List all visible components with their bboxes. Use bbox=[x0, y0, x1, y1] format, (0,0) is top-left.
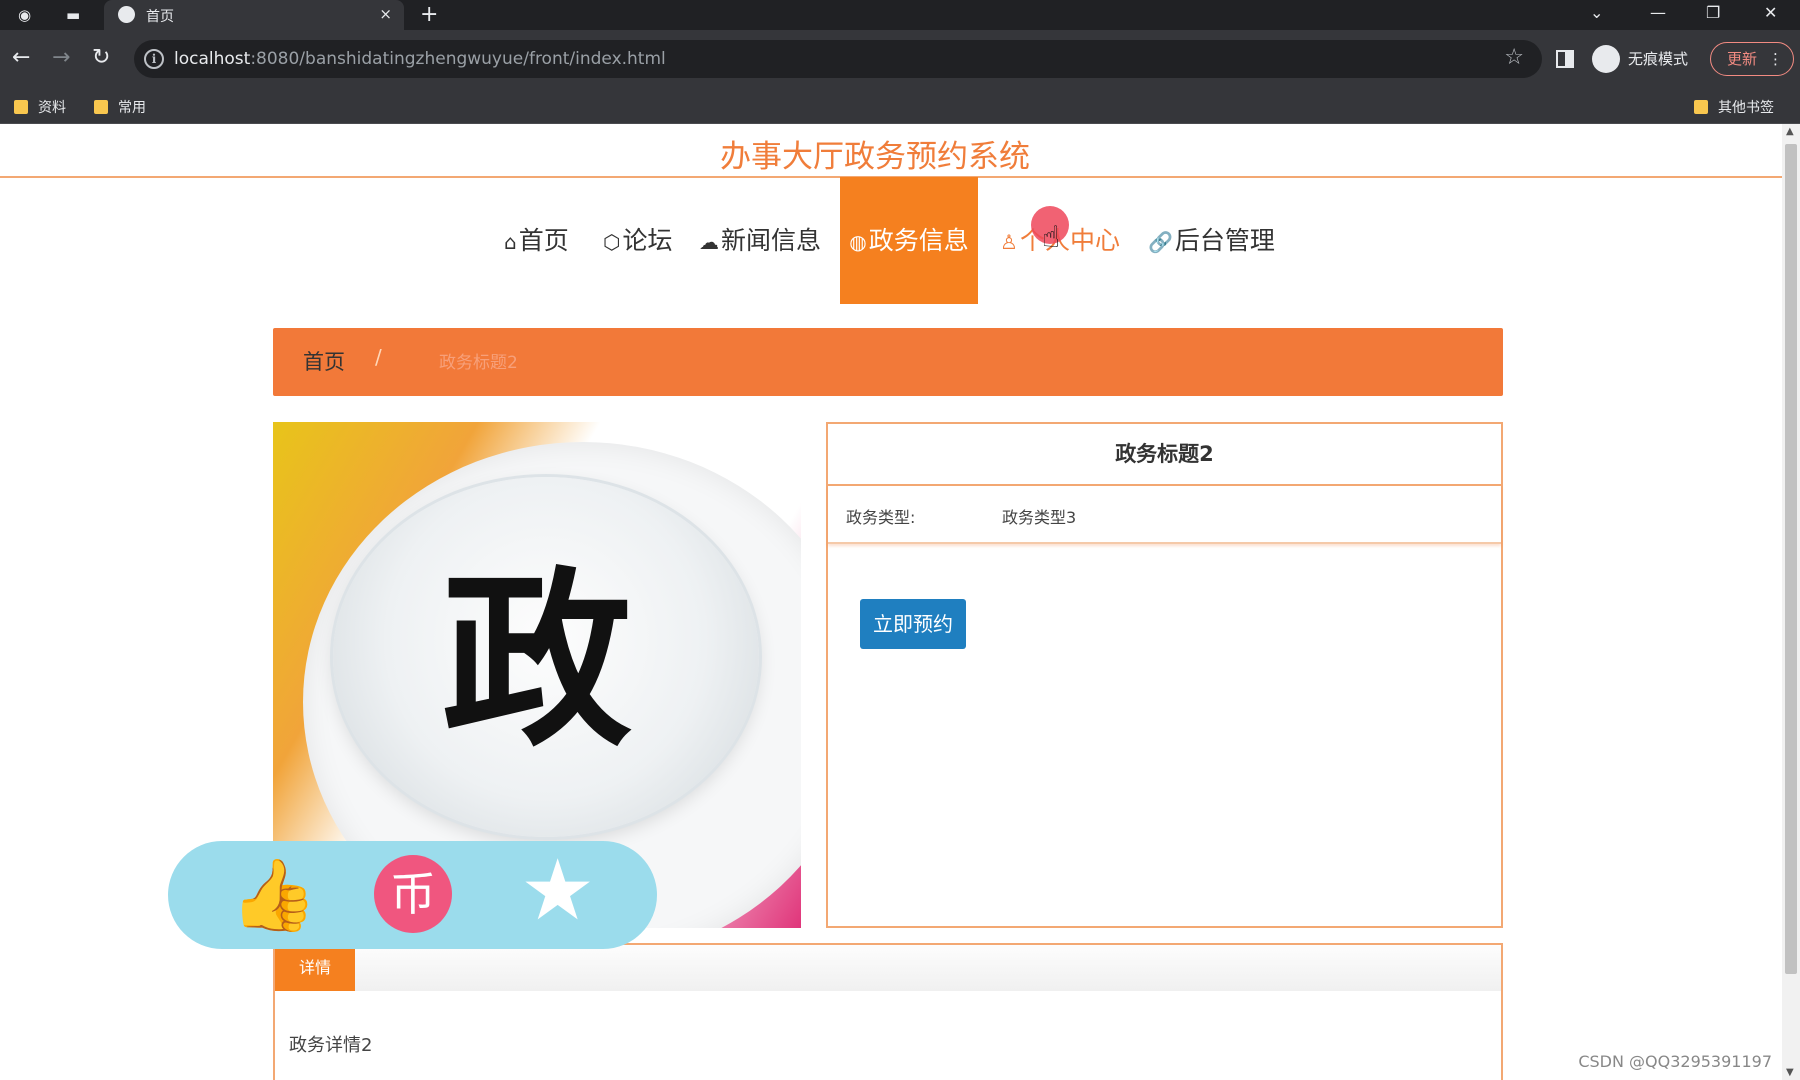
item-title: 政务标题2 bbox=[828, 424, 1501, 486]
close-tab-icon[interactable]: × bbox=[379, 5, 392, 23]
other-bookmarks[interactable]: 其他书签 bbox=[1694, 97, 1774, 117]
browser-tab-strip: ◉ ▬ 首页 × + ⌄ — ❐ ✕ bbox=[0, 0, 1800, 30]
image-character: 政 bbox=[441, 551, 632, 772]
cloud-icon: ☁ bbox=[699, 230, 719, 254]
nav-admin[interactable]: 🔗后台管理 bbox=[1148, 177, 1275, 304]
address-bar[interactable]: i localhost:8080/banshidatingzhengwuyue/… bbox=[134, 40, 1542, 78]
details-section: 详情 政务详情2 bbox=[273, 943, 1503, 1080]
incognito-label: 无痕模式 bbox=[1628, 50, 1689, 68]
restore-icon[interactable]: ❐ bbox=[1706, 3, 1720, 22]
url-text[interactable]: localhost:8080/banshidatingzhengwuyue/fr… bbox=[174, 49, 666, 69]
forward-icon[interactable]: → bbox=[52, 45, 70, 71]
site-info-icon[interactable]: i bbox=[144, 49, 164, 69]
type-label: 政务类型: bbox=[846, 508, 916, 527]
close-window-icon[interactable]: ✕ bbox=[1764, 3, 1777, 22]
bookmark-folder-2[interactable]: 常用 bbox=[94, 97, 146, 117]
folder-icon bbox=[1694, 100, 1708, 114]
site-title: 办事大厅政务预约系统 bbox=[720, 139, 1030, 175]
incognito-icon[interactable] bbox=[1592, 45, 1620, 73]
details-body: 政务详情2 bbox=[289, 1035, 373, 1056]
nav-government-info[interactable]: ◍政务信息 bbox=[840, 177, 978, 304]
nav-forum[interactable]: ⬡论坛 bbox=[603, 177, 672, 304]
scroll-down-icon[interactable]: ▼ bbox=[1786, 1067, 1794, 1078]
hand-cursor-icon: ☝ bbox=[1042, 220, 1061, 255]
home-icon: ⌂ bbox=[504, 230, 517, 254]
coin-icon[interactable]: 币 bbox=[374, 855, 452, 933]
browser-menu-icon[interactable]: ◉ bbox=[18, 5, 31, 25]
page-content: 办事大厅政务预约系统 ⌂首页 ⬡论坛 ☁新闻信息 ◍政务信息 ♙个人中心 🔗后台… bbox=[0, 124, 1800, 1080]
page-scrollbar[interactable]: ▲ ▼ bbox=[1782, 124, 1800, 1080]
watermark: CSDN @QQ3295391197 bbox=[1578, 1052, 1772, 1071]
nav-home[interactable]: ⌂首页 bbox=[504, 177, 569, 304]
tab-overview-icon[interactable]: ▬ bbox=[66, 5, 80, 25]
reload-icon[interactable]: ↻ bbox=[92, 45, 110, 71]
bookmark-folder-1[interactable]: 资料 bbox=[14, 97, 66, 117]
folder-icon bbox=[14, 100, 28, 114]
cube-icon: ⬡ bbox=[603, 230, 621, 254]
book-now-button[interactable]: 立即预约 bbox=[860, 599, 966, 649]
scroll-up-icon[interactable]: ▲ bbox=[1786, 126, 1794, 137]
breadcrumb: 首页 / 政务标题2 bbox=[273, 328, 1503, 396]
user-icon: ♙ bbox=[1000, 230, 1018, 254]
thumbs-up-icon[interactable]: 👍 bbox=[230, 855, 317, 935]
minimize-icon[interactable]: — bbox=[1650, 3, 1666, 22]
scroll-thumb[interactable] bbox=[1785, 144, 1797, 974]
more-menu-icon: ⋮ bbox=[1768, 50, 1783, 68]
breadcrumb-separator: / bbox=[375, 345, 382, 369]
bookmark-star-icon[interactable]: ☆ bbox=[1504, 45, 1524, 70]
update-button[interactable]: 更新 ⋮ bbox=[1710, 42, 1794, 76]
browser-toolbar: ← → ↻ i localhost:8080/banshidatingzheng… bbox=[0, 30, 1800, 88]
folder-icon bbox=[94, 100, 108, 114]
globe-icon bbox=[118, 6, 135, 23]
back-icon[interactable]: ← bbox=[12, 45, 30, 71]
new-tab-button[interactable]: + bbox=[420, 2, 438, 27]
nav-news[interactable]: ☁新闻信息 bbox=[699, 177, 821, 304]
breadcrumb-home[interactable]: 首页 bbox=[303, 346, 345, 376]
side-panel-icon[interactable] bbox=[1556, 50, 1574, 68]
action-toolbar: 👍 币 ★ bbox=[168, 841, 657, 949]
main-nav: ⌂首页 ⬡论坛 ☁新闻信息 ◍政务信息 ♙个人中心 🔗后台管理 bbox=[0, 177, 1782, 304]
link-icon: 🔗 bbox=[1148, 230, 1173, 254]
info-panel: 政务标题2 政务类型: 政务类型3 立即预约 bbox=[826, 422, 1503, 928]
bookmarks-bar: 资料 常用 其他书签 bbox=[0, 88, 1800, 124]
globe-icon: ◍ bbox=[849, 230, 867, 254]
tab-details[interactable]: 详情 bbox=[275, 945, 355, 991]
tab-search-icon[interactable]: ⌄ bbox=[1590, 3, 1603, 22]
type-value: 政务类型3 bbox=[1002, 508, 1077, 527]
browser-tab[interactable]: 首页 × bbox=[104, 0, 404, 30]
type-row: 政务类型: 政务类型3 bbox=[828, 486, 1501, 544]
tab-title: 首页 bbox=[146, 9, 174, 25]
breadcrumb-current: 政务标题2 bbox=[439, 353, 518, 373]
star-icon[interactable]: ★ bbox=[520, 845, 595, 935]
details-tab-bar: 详情 bbox=[275, 945, 1501, 991]
